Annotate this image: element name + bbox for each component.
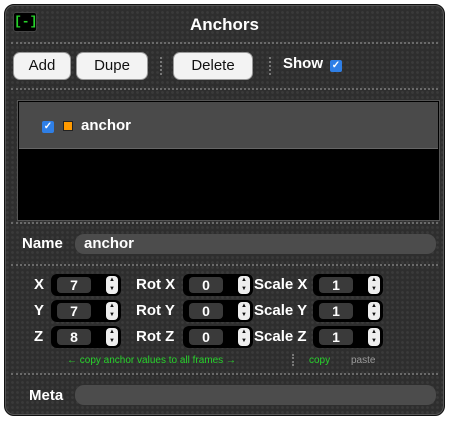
copy-separator — [292, 354, 294, 366]
scalex-stepper[interactable]: 1 ▲ ▼ — [313, 274, 383, 296]
z-stepper[interactable]: 8 ▲ ▼ — [51, 326, 121, 348]
anchors-panel: [-] Anchors Add Dupe Delete Show ✓ ✓ anc… — [4, 4, 445, 416]
name-input[interactable]: anchor — [75, 234, 436, 254]
spinner-arrows-icon[interactable]: ▲ ▼ — [368, 328, 380, 346]
spinner-arrows-icon[interactable]: ▲ ▼ — [238, 276, 250, 294]
copy-link[interactable]: copy — [309, 355, 330, 366]
panel-title: Anchors — [190, 15, 259, 34]
scalex-value[interactable]: 1 — [319, 277, 353, 293]
toolbar-separator — [269, 57, 271, 75]
roty-value[interactable]: 0 — [189, 303, 223, 319]
anchor-name-label: anchor — [81, 117, 132, 134]
divider — [11, 88, 438, 90]
list-item[interactable]: ✓ anchor — [19, 102, 438, 149]
anchor-list: ✓ anchor — [17, 100, 440, 221]
spinner-arrows-icon[interactable]: ▲ ▼ — [368, 302, 380, 320]
scalez-value[interactable]: 1 — [319, 329, 353, 345]
spinner-arrows-icon[interactable]: ▲ ▼ — [106, 328, 118, 346]
divider — [11, 42, 438, 44]
show-label: Show — [283, 55, 323, 72]
scalez-label: Scale Z — [254, 328, 307, 345]
add-button[interactable]: Add — [13, 52, 71, 80]
divider — [11, 222, 438, 224]
anchor-visible-checkbox[interactable]: ✓ — [42, 121, 54, 133]
rotx-value[interactable]: 0 — [189, 277, 223, 293]
spinner-arrows-icon[interactable]: ▲ ▼ — [238, 302, 250, 320]
x-stepper[interactable]: 7 ▲ ▼ — [51, 274, 121, 296]
scalex-label: Scale X — [254, 276, 308, 293]
scaley-label: Scale Y — [254, 302, 308, 319]
copy-note: ← copy anchor values to all frames → — [67, 355, 236, 366]
rotz-value[interactable]: 0 — [189, 329, 223, 345]
y-value[interactable]: 7 — [57, 303, 91, 319]
divider — [11, 264, 438, 266]
show-checkbox[interactable]: ✓ — [330, 60, 342, 72]
scalez-stepper[interactable]: 1 ▲ ▼ — [313, 326, 383, 348]
spinner-arrows-icon[interactable]: ▲ ▼ — [368, 276, 380, 294]
spinner-arrows-icon[interactable]: ▲ ▼ — [238, 328, 250, 346]
scaley-value[interactable]: 1 — [319, 303, 353, 319]
delete-button[interactable]: Delete — [173, 52, 253, 80]
anchor-color-swatch — [63, 121, 73, 131]
y-label: Y — [34, 302, 45, 319]
spinner-arrows-icon[interactable]: ▲ ▼ — [106, 302, 118, 320]
x-label: X — [34, 276, 45, 293]
rotz-stepper[interactable]: 0 ▲ ▼ — [183, 326, 253, 348]
roty-label: Rot Y — [136, 302, 175, 319]
dupe-button[interactable]: Dupe — [76, 52, 148, 80]
meta-input[interactable] — [75, 385, 436, 405]
rotz-label: Rot Z — [136, 328, 175, 345]
y-stepper[interactable]: 7 ▲ ▼ — [51, 300, 121, 322]
scaley-stepper[interactable]: 1 ▲ ▼ — [313, 300, 383, 322]
spinner-arrows-icon[interactable]: ▲ ▼ — [106, 276, 118, 294]
divider — [11, 373, 438, 375]
name-label: Name — [22, 235, 63, 252]
rotx-label: Rot X — [136, 276, 176, 293]
z-value[interactable]: 8 — [57, 329, 91, 345]
toolbar-separator — [160, 57, 162, 75]
roty-stepper[interactable]: 0 ▲ ▼ — [183, 300, 253, 322]
paste-link[interactable]: paste — [351, 355, 375, 366]
x-value[interactable]: 7 — [57, 277, 91, 293]
rotx-stepper[interactable]: 0 ▲ ▼ — [183, 274, 253, 296]
z-label: Z — [34, 328, 44, 345]
meta-label: Meta — [29, 387, 64, 404]
